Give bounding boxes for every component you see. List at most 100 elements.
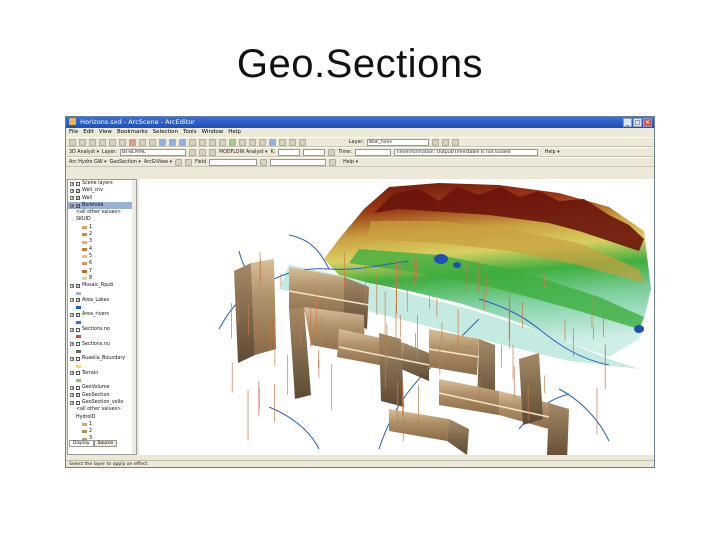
save-icon[interactable] (89, 138, 96, 146)
toc-layer-row[interactable]: + ✓ Well (68, 195, 136, 202)
expand-icon[interactable]: + (70, 342, 74, 347)
toc-layer-row[interactable]: + ✓ Well_cnv (68, 187, 136, 194)
pan-icon[interactable] (209, 138, 216, 146)
layer-visibility-checkbox[interactable]: ✓ (76, 196, 80, 201)
magnify-icon[interactable] (259, 138, 266, 146)
fly-icon[interactable] (179, 138, 186, 146)
expand-icon[interactable]: + (70, 181, 74, 186)
section-tool-icon[interactable] (175, 158, 183, 166)
toc-layer-row[interactable]: + ✓ Borehole (68, 201, 136, 210)
help-menu[interactable]: Help ▾ (545, 148, 560, 157)
refresh-icon[interactable] (329, 158, 337, 166)
tab-display[interactable]: Display (69, 440, 94, 447)
profile-icon[interactable] (198, 148, 206, 156)
layer-combo[interactable]: Wall_hires (366, 138, 429, 146)
expand-icon[interactable]: + (70, 188, 74, 193)
toc-layer-row[interactable]: 1 (68, 224, 136, 231)
expand-icon[interactable]: + (70, 400, 74, 405)
select-features-icon[interactable] (229, 138, 236, 146)
expand-icon[interactable]: + (70, 196, 74, 201)
field-combo[interactable] (209, 158, 258, 166)
redo-icon[interactable] (149, 138, 156, 146)
scene-view[interactable] (139, 179, 654, 455)
toc-layer-row[interactable]: + GeoVolume (68, 384, 136, 391)
3d-analyst-menu[interactable]: 3D Analyst ▾ (69, 148, 99, 157)
layer-visibility-checkbox[interactable]: ✓ (76, 298, 80, 303)
value-combo[interactable] (270, 158, 327, 166)
toc-layer-row[interactable]: 6 (68, 260, 136, 267)
arrow-icon[interactable] (279, 138, 286, 146)
new-icon[interactable] (69, 138, 76, 146)
layer-visibility-checkbox[interactable]: ✓ (76, 312, 80, 317)
menu-edit[interactable]: Edit (83, 128, 94, 137)
toc-layer-row[interactable]: + GeoSection_vollo (68, 399, 136, 406)
menu-bookmarks[interactable]: Bookmarks (117, 128, 148, 137)
toc-layer-row[interactable] (68, 319, 136, 326)
tools-icon[interactable] (441, 138, 449, 146)
layer-visibility-checkbox[interactable] (76, 327, 80, 332)
minimize-button[interactable]: _ (623, 118, 632, 127)
hand-icon[interactable] (289, 138, 296, 146)
layer-visibility-checkbox[interactable]: ✓ (76, 188, 80, 193)
toc-scrollbar[interactable] (132, 180, 136, 454)
copy-icon[interactable] (109, 138, 116, 146)
toc-layer-row[interactable]: + ✓ GeoSection (68, 392, 136, 399)
stress-combo[interactable] (303, 148, 326, 156)
toc-layer-row[interactable]: + Scene layers (68, 180, 136, 187)
add-data-icon[interactable] (159, 138, 166, 146)
layer-visibility-checkbox[interactable] (76, 342, 80, 347)
toc-layer-row[interactable]: 5 (68, 253, 136, 260)
expand-icon[interactable]: + (70, 203, 74, 208)
undo-icon[interactable] (139, 138, 146, 146)
zoom-in-icon[interactable] (189, 138, 196, 146)
layer-visibility-checkbox[interactable] (76, 181, 80, 186)
contour-icon[interactable] (188, 148, 196, 156)
arc-hydro-gw-menu[interactable]: Arc Hydro GW ▾ (69, 158, 107, 167)
toc-layer-row[interactable]: 2 (68, 231, 136, 238)
geosection-menu[interactable]: GeoSection ▾ (110, 158, 141, 167)
toc-layer-row[interactable]: 2 (68, 428, 136, 435)
toc-layer-row[interactable] (68, 377, 136, 384)
layer-visibility-checkbox[interactable]: ✓ (76, 283, 80, 288)
menu-window[interactable]: Window (202, 128, 224, 137)
expand-icon[interactable]: + (70, 312, 74, 317)
menu-tools[interactable]: Tools (183, 128, 197, 137)
open-icon[interactable] (79, 138, 86, 146)
toc-layer-row[interactable]: + Sections.nu (68, 341, 136, 348)
layer-visibility-checkbox[interactable]: ✓ (76, 393, 80, 398)
measure-icon[interactable] (249, 138, 256, 146)
toc-layer-row[interactable]: <all other values> (68, 209, 136, 216)
toc-layer-row[interactable] (68, 362, 136, 369)
identify-icon[interactable] (239, 138, 246, 146)
expand-icon[interactable]: + (70, 356, 74, 361)
expand-icon[interactable]: + (70, 385, 74, 390)
apply-icon[interactable] (260, 158, 268, 166)
window-titlebar[interactable]: Horizons.sxd - ArcScene - ArcEditor _ □ … (66, 117, 654, 128)
toc-layer-row[interactable]: + Sections.no (68, 326, 136, 333)
expand-icon[interactable]: + (70, 327, 74, 332)
toc-layer-row[interactable]: 7 (68, 268, 136, 275)
toc-layer-row[interactable]: + Ruaelia_Boundary (68, 355, 136, 362)
menu-view[interactable]: View (99, 128, 112, 137)
delete-icon[interactable] (129, 138, 136, 146)
arcgiview-menu[interactable]: ArcGiView ▾ (144, 158, 172, 167)
layer-visibility-checkbox[interactable] (76, 400, 80, 405)
layer-visibility-checkbox[interactable] (76, 356, 80, 361)
volume-tool-icon[interactable] (185, 158, 193, 166)
maximize-button[interactable]: □ (633, 118, 642, 127)
expand-icon[interactable]: + (70, 371, 74, 376)
navigate-icon[interactable] (169, 138, 176, 146)
line-of-sight-icon[interactable] (208, 148, 216, 156)
toc-layer-row[interactable] (68, 333, 136, 340)
cut-icon[interactable] (99, 138, 106, 146)
toc-layer-row[interactable] (68, 289, 136, 296)
paste-icon[interactable] (119, 138, 126, 146)
toc-layer-row[interactable]: + ✓ Mosaic_Rpub (68, 282, 136, 289)
toc-layer-row[interactable]: 3 (68, 238, 136, 245)
toc-layer-row[interactable]: + ✓ Area_Lakes (68, 297, 136, 304)
menu-selection[interactable]: Selection (153, 128, 178, 137)
toc-layer-row[interactable]: 1 (68, 421, 136, 428)
toc-layer-row[interactable]: <all other values> (68, 406, 136, 413)
play-icon[interactable] (328, 148, 336, 156)
layer-visibility-checkbox[interactable] (76, 385, 80, 390)
